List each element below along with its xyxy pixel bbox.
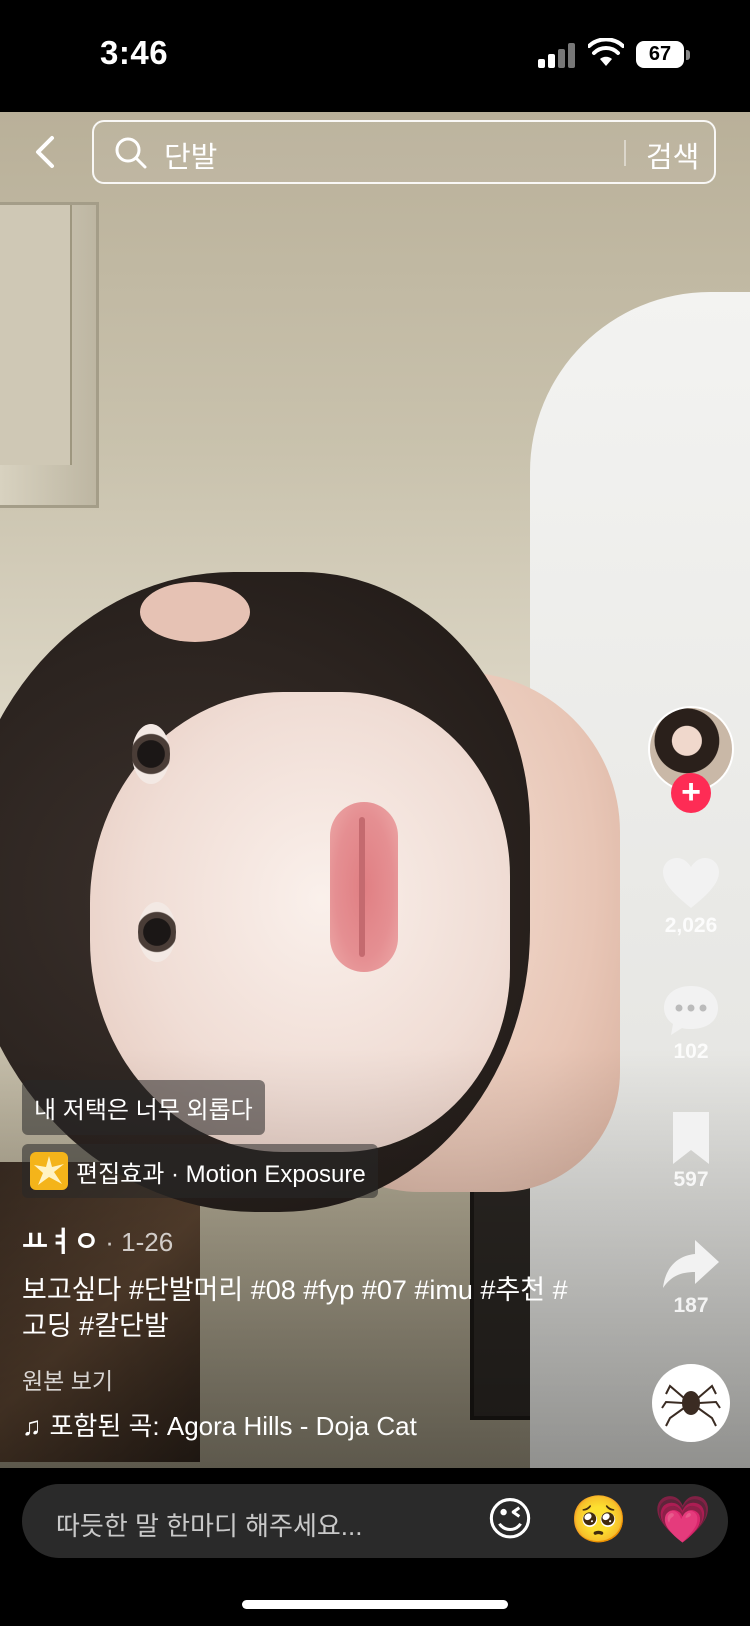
effect-tag[interactable]: 편집효과 · Motion Exposure (22, 1144, 378, 1198)
song-label: 포함된 곡: Agora Hills - Doja Cat (49, 1411, 417, 1441)
cellular-signal-icon (538, 42, 578, 68)
comment-button[interactable]: 102 (648, 982, 734, 1064)
song-line[interactable]: ♫ 포함된 곡: Agora Hills - Doja Cat (22, 1406, 417, 1443)
video-frame[interactable] (0, 112, 750, 1468)
save-count: 597 (673, 1168, 709, 1191)
save-button[interactable]: 597 (648, 1110, 734, 1192)
search-icon (115, 137, 147, 169)
bookmark-icon (673, 1112, 709, 1164)
person-lipline (359, 817, 365, 957)
author-line[interactable]: ㅛㅕㅇ · 1-26 (22, 1220, 173, 1260)
search-query[interactable]: 단발 (164, 134, 217, 176)
effect-label: 편집효과 · Motion Exposure (76, 1160, 366, 1188)
music-note-icon: ♫ (22, 1411, 42, 1441)
search-button[interactable]: 검색 (646, 134, 699, 176)
share-button[interactable]: 187 (648, 1236, 734, 1318)
wifi-icon (588, 38, 624, 66)
heart-icon (663, 858, 719, 908)
person-ear (140, 582, 250, 642)
back-arrow-icon[interactable] (26, 132, 66, 172)
comment-bubble-icon (664, 986, 718, 1035)
heart-emoji-button[interactable]: 💗 (654, 1492, 711, 1547)
comment-input-bar[interactable]: 따듯한 말 한마디 해주세요... 😉 🥺 💗 (22, 1484, 728, 1558)
wink-emoji-button[interactable]: 😉 (486, 1492, 534, 1546)
battery-cap (686, 50, 690, 60)
pleading-emoji-button[interactable]: 🥺 (570, 1492, 627, 1547)
video-description[interactable]: 보고싶다 #단발머리 #08 #fyp #07 #imu #추천 #고딩 #칼단… (22, 1272, 572, 1344)
like-count: 2,026 (664, 914, 718, 937)
search-bar[interactable]: 단발 검색 (92, 120, 716, 184)
author-name[interactable]: ㅛㅕㅇ (22, 1226, 99, 1257)
spider-icon (661, 1384, 721, 1427)
person-eye (138, 902, 176, 962)
music-disc[interactable] (652, 1364, 730, 1442)
person-eye (132, 724, 170, 784)
follow-plus-icon[interactable]: + (671, 773, 711, 813)
comment-count: 102 (673, 1040, 709, 1063)
battery-indicator: 67 (636, 41, 684, 68)
sticker-tag[interactable]: 내 저택은 너무 외롭다 (22, 1080, 265, 1135)
home-indicator[interactable] (242, 1600, 508, 1609)
status-bar: 3:46 67 (0, 0, 750, 112)
search-divider (624, 140, 626, 166)
post-date: · 1-26 (105, 1227, 174, 1257)
air-conditioner (0, 202, 99, 508)
like-button[interactable]: 2,026 (648, 856, 734, 938)
share-arrow-icon (663, 1240, 719, 1288)
view-original-link[interactable]: 원본 보기 (22, 1362, 113, 1396)
share-count: 187 (673, 1294, 709, 1317)
comment-input[interactable]: 따듯한 말 한마디 해주세요... (56, 1506, 362, 1543)
effect-sparkle-icon (30, 1152, 68, 1190)
status-time: 3:46 (100, 34, 169, 71)
